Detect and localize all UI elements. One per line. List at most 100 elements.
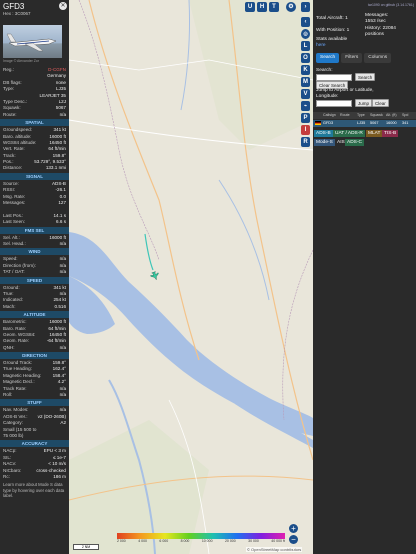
detail-value: A2	[60, 420, 66, 426]
with-position-stat: With Position: 1	[316, 28, 349, 34]
github-link[interactable]: tar1090 on github (3.14.1761)	[368, 3, 414, 7]
aircraft-photo[interactable]	[3, 25, 62, 58]
toggle-r-button[interactable]: R	[301, 137, 310, 147]
column-header-speed[interactable]: Spd	[400, 112, 416, 119]
detail-label: Rc:	[3, 473, 10, 479]
toggle-t-button[interactable]: T	[269, 2, 279, 12]
right-sidebar: tar1090 on github (3.14.1761) Total Airc…	[313, 0, 416, 554]
toggle-l-button[interactable]: L	[301, 41, 310, 51]
section-header-fms-sel: FMS SEL	[0, 226, 69, 234]
stat-label: With Position:	[316, 28, 346, 33]
expand-sidebar-icon[interactable]: ›	[301, 2, 310, 12]
legend-tick: 30 000	[248, 539, 259, 543]
zoom-out-button[interactable]: −	[289, 535, 298, 544]
column-header-type[interactable]: Type	[355, 112, 368, 119]
stats-link[interactable]: here	[316, 43, 326, 49]
row-route	[338, 120, 355, 127]
aircraft-info-panel: GFD3 Hex : 3C0067 ✕ Image © Alexander Zo…	[0, 0, 69, 554]
toggle-k-button[interactable]: K	[301, 65, 310, 75]
row-callsign: GFD3	[323, 121, 334, 125]
history-stat: History: 22084 positions	[365, 26, 413, 38]
aircraft-table-header: Callsign Route Type Squawk Alt. (ft) Spd	[313, 112, 416, 119]
callsign: GFD3	[3, 2, 25, 11]
tab-columns[interactable]: Columns	[364, 53, 392, 63]
settings-gear-icon[interactable]: ⚙	[286, 2, 296, 12]
detail-value: 127	[58, 200, 66, 206]
section-header-signal: SIGNAL	[0, 172, 69, 180]
column-header-callsign[interactable]: Callsign	[321, 112, 338, 119]
detail-value: 0.516	[54, 303, 67, 309]
table-row[interactable]: GFD3 LJ35 5067 16000 341	[313, 120, 416, 127]
hex-line: Hex : 3C0067	[3, 11, 66, 16]
detail-value: n/a	[59, 344, 66, 350]
map-view[interactable]	[69, 0, 313, 554]
section-header-speed: SPEED	[0, 276, 69, 284]
map-canvas[interactable]	[69, 0, 313, 554]
detail-label: Sel. Head.:	[3, 240, 26, 246]
detail-value: 6.6 s	[56, 219, 66, 225]
total-aircraft-stat: Total Aircraft: 1	[316, 16, 348, 22]
aircraft-details: Reg.: D-CGFN Germany DB flags: none Type: LJ35…	[0, 67, 69, 118]
legend-tick: 40 000 ft	[271, 539, 285, 543]
section-header-altitude: ALTITUDE	[0, 311, 69, 319]
flight-path-icon[interactable]: ⌁	[301, 101, 310, 111]
source-ads-b[interactable]: ADS-B	[314, 130, 333, 137]
jump-input[interactable]	[316, 100, 352, 107]
detail-row: Mach: 0.516	[0, 304, 69, 310]
stat-value: 1	[346, 28, 350, 33]
toggle-p-button[interactable]: P	[301, 113, 310, 123]
toggle-u-button[interactable]: U	[245, 2, 255, 12]
column-header-altitude[interactable]: Alt. (ft)	[384, 112, 400, 119]
source-ads-c[interactable]: ADS-C	[345, 139, 364, 146]
detail-label: Type:	[3, 86, 15, 92]
detail-label: Route:	[3, 111, 17, 117]
tab-search[interactable]: Search	[316, 53, 340, 63]
footer-help-text: Learn more about Mode S data type by hov…	[3, 482, 65, 499]
detail-label: TAT / OAT:	[3, 269, 25, 275]
search-input[interactable]	[316, 74, 352, 81]
search-label: Search:	[316, 68, 333, 73]
panel-tabs: Search Filters Columns	[316, 53, 392, 63]
row-type: LJ35	[357, 121, 366, 125]
collapse-arrow-icon[interactable]: ‹	[301, 17, 310, 27]
detail-row: Distance: 133.1 nmi	[0, 165, 69, 171]
detail-row: Roll: n/a	[0, 392, 69, 398]
detail-value: n/a	[59, 392, 66, 398]
toggle-o-button[interactable]: O	[301, 53, 310, 63]
source-mlat[interactable]: MLAT	[366, 130, 383, 137]
detail-row: 75 000 lb)	[0, 433, 69, 439]
detail-label: 75 000 lb)	[3, 432, 24, 438]
map-attribution[interactable]: © OpenStreetMap contributors	[246, 547, 303, 552]
stat-value: 1553 /sec	[365, 19, 386, 24]
detail-label: Roll:	[3, 392, 13, 398]
source-tis-b[interactable]: TIS-B	[382, 130, 399, 137]
tab-filters[interactable]: Filters	[341, 53, 363, 63]
toggle-i-button[interactable]: I	[301, 125, 310, 135]
detail-value: n/a	[59, 240, 66, 246]
legend-tick: 6 000	[159, 539, 169, 543]
jump-label: Jump to Airport or Latitude, Longitude:	[316, 88, 374, 99]
source-mode-s[interactable]: Mode-S	[314, 139, 335, 146]
zoom-in-button[interactable]: +	[289, 524, 298, 533]
detail-row: Last Seen: 6.6 s	[0, 219, 69, 225]
flag-icon	[313, 120, 321, 127]
toggle-v-button[interactable]: V	[301, 89, 310, 99]
stat-value: 1	[345, 16, 348, 21]
center-target-icon[interactable]: ◎	[301, 29, 310, 39]
search-button[interactable]: Search	[355, 73, 376, 81]
jump-button[interactable]: Jump	[355, 99, 373, 107]
detail-value: 133.1 nmi	[45, 165, 66, 171]
close-icon[interactable]: ✕	[59, 2, 67, 10]
detail-label: QNH:	[3, 344, 15, 350]
source-uat-ads-r[interactable]: UAT / ADS-R	[333, 130, 365, 137]
column-header-squawk[interactable]: Squawk	[368, 112, 384, 119]
detail-label: Last Seen:	[3, 219, 25, 225]
detail-row: QNH: n/a	[0, 345, 69, 351]
column-header-route[interactable]: Route	[338, 112, 355, 119]
stat-label: Total Aircraft:	[316, 16, 344, 21]
column-header[interactable]	[313, 112, 321, 119]
toggle-m-button[interactable]: M	[301, 77, 310, 87]
clear-jump-button[interactable]: Clear	[372, 99, 389, 107]
altitude-legend-labels: 2 000 4 000 6 000 8 000 10 000 20 000 30…	[117, 539, 285, 543]
toggle-h-button[interactable]: H	[257, 2, 267, 12]
